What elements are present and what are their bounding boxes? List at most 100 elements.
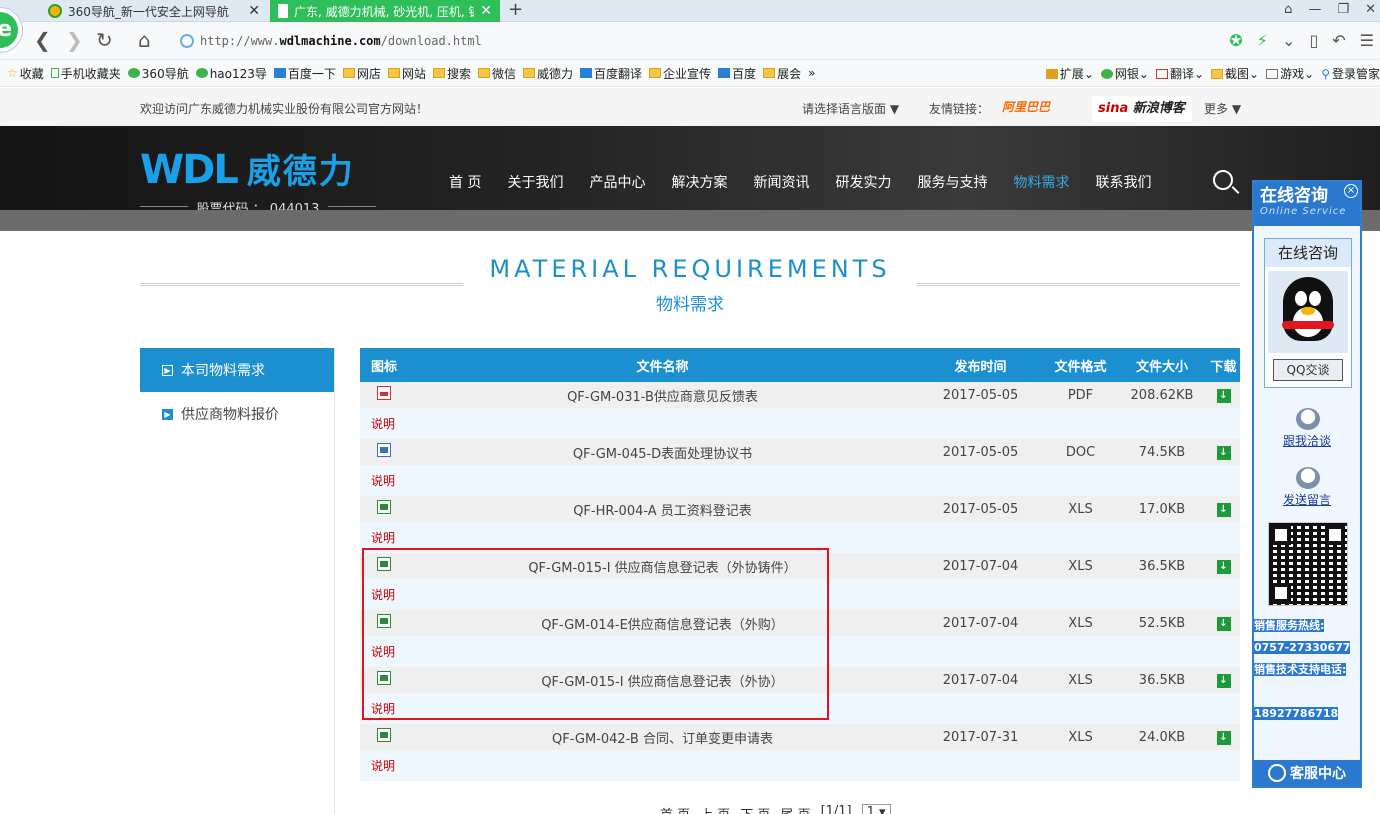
dropdown-icon[interactable]: ⌄ <box>1282 31 1295 50</box>
title-divider <box>917 283 1240 286</box>
skin-icon[interactable]: ⌂ <box>1284 0 1292 20</box>
file-size: 52.5KB <box>1117 610 1207 636</box>
site-logo[interactable]: WDL 威德力 <box>140 150 355 192</box>
language-select[interactable]: 请选择语言版面 ▼ <box>802 100 899 117</box>
nav-home[interactable]: 首 页 <box>436 172 494 192</box>
bookmarks-more[interactable]: » <box>808 66 815 80</box>
file-note[interactable]: 说明 <box>360 408 1240 439</box>
back-icon[interactable]: ❮ <box>34 30 51 50</box>
new-tab-button[interactable]: + <box>508 0 523 20</box>
close-window-icon[interactable]: ✕ <box>1365 0 1376 20</box>
login-manager-button[interactable]: ⚲ 登录管家 <box>1321 65 1380 82</box>
bookmark-item[interactable]: ☆ 收藏 <box>7 65 44 82</box>
undo-icon[interactable]: ↶ <box>1332 31 1345 50</box>
file-name[interactable]: QF-GM-045-D表面处理协议书 <box>408 439 917 465</box>
bookmark-folder[interactable]: 搜索 <box>432 65 471 82</box>
bookmark-folder[interactable]: 企业宣传 <box>649 65 711 82</box>
file-name[interactable]: QF-GM-015-I 供应商信息登记表（外协铸件） <box>408 553 917 579</box>
bookmark-item[interactable]: hao123导 <box>195 65 267 82</box>
nav-contact[interactable]: 联系我们 <box>1082 172 1164 192</box>
extensions-button[interactable]: 扩展 ⌄ <box>1045 65 1094 82</box>
pager-prev[interactable]: 上 页 <box>700 804 730 814</box>
security-icon[interactable]: ✪ <box>1229 31 1242 50</box>
file-note[interactable]: 说明 <box>360 750 1240 781</box>
browser-tab-wdl[interactable]: 广东, 威德力机械, 砂光机, 压机, 锯 ✕ <box>270 0 500 22</box>
qq-chat-button[interactable]: QQ交谈 <box>1273 359 1343 381</box>
download-icon[interactable]: ↓ <box>1216 559 1231 574</box>
file-name[interactable]: QF-GM-042-B 合同、订单变更申请表 <box>408 724 917 750</box>
file-note[interactable]: 说明 <box>360 579 1240 610</box>
table-note-row: 说明 <box>360 579 1240 610</box>
chat-with-me-link[interactable]: 跟我洽谈 <box>1254 432 1360 449</box>
menu-icon[interactable]: ☰ <box>1360 31 1374 50</box>
close-icon[interactable]: ✕ <box>248 3 260 19</box>
close-icon[interactable]: ✕ <box>480 3 492 19</box>
nav-service[interactable]: 服务与支持 <box>904 172 1000 192</box>
bookmark-item[interactable]: 手机收藏夹 <box>50 65 121 82</box>
home-icon[interactable]: ⌂ <box>138 30 151 50</box>
download-icon[interactable]: ↓ <box>1216 445 1231 460</box>
translate-button[interactable]: 翻译 ⌄ <box>1155 65 1204 82</box>
url-input[interactable]: http://www. wdlmachine.com/download.html <box>172 29 1272 53</box>
file-format: XLS <box>1044 496 1117 522</box>
bookmarks-bar: ☆ 收藏 手机收藏夹 360导航 hao123导 百度一下 网店 网站 搜索 微信… <box>0 60 1380 87</box>
url-path: /download.html <box>380 34 482 48</box>
more-links-button[interactable]: 更多 ▼ <box>1204 100 1241 117</box>
window-controls: ⌂ — ❐ ✕ <box>1284 0 1376 20</box>
bookmark-folder[interactable]: 微信 <box>477 65 516 82</box>
download-icon[interactable]: ↓ <box>1216 388 1231 403</box>
nav-material[interactable]: 物料需求 <box>1000 172 1082 192</box>
restore-icon[interactable]: ❐ <box>1337 0 1349 20</box>
bookmark-item[interactable]: 百度 <box>718 65 756 82</box>
refresh-icon[interactable]: ↻ <box>96 30 113 50</box>
file-name[interactable]: QF-HR-004-A 员工资料登记表 <box>408 496 917 522</box>
netbank-button[interactable]: 网银 ⌄ <box>1100 65 1149 82</box>
download-icon[interactable]: ↓ <box>1216 730 1231 745</box>
search-icon[interactable] <box>1213 170 1233 190</box>
sidebar-item-supplier-quote[interactable]: ▶ 供应商物料报价 <box>140 392 334 436</box>
file-note[interactable]: 说明 <box>360 465 1240 496</box>
bookmark-folder[interactable]: 网店 <box>342 65 381 82</box>
nav-solutions[interactable]: 解决方案 <box>658 172 740 192</box>
bookmark-folder[interactable]: 展会 <box>763 65 801 82</box>
globe-icon <box>180 34 194 48</box>
nav-products[interactable]: 产品中心 <box>576 172 658 192</box>
bookmark-item[interactable]: 百度一下 <box>273 65 336 82</box>
sina-blog-logo[interactable]: sina 新浪博客 <box>1092 96 1192 122</box>
file-note[interactable]: 说明 <box>360 693 1240 724</box>
browser-tab-360[interactable]: 360导航_新一代安全上网导航 ✕ <box>40 0 268 22</box>
close-icon[interactable]: × <box>1344 184 1358 198</box>
page-select[interactable]: 1 ▾ <box>861 804 891 814</box>
pager-next[interactable]: 下 页 <box>740 804 770 814</box>
bookmark-item[interactable]: 百度翻译 <box>580 65 642 82</box>
customer-service-button[interactable]: 客服中心 <box>1254 760 1360 786</box>
pager-first[interactable]: 首 页 <box>660 804 690 814</box>
file-name[interactable]: QF-GM-031-B供应商意见反馈表 <box>408 382 917 408</box>
sidebar-item-own-material[interactable]: ▶ 本司物料需求 <box>140 348 334 392</box>
file-note[interactable]: 说明 <box>360 522 1240 553</box>
pager-last[interactable]: 尾 页 <box>780 804 810 814</box>
download-icon[interactable]: ↓ <box>1216 673 1231 688</box>
file-note[interactable]: 说明 <box>360 636 1240 667</box>
bookmark-folder[interactable]: 网站 <box>387 65 426 82</box>
folder-icon <box>387 68 400 78</box>
screenshot-button[interactable]: 截图 ⌄ <box>1211 65 1259 82</box>
download-icon[interactable]: ↓ <box>1216 616 1231 631</box>
bookmark-folder[interactable]: 威德力 <box>523 65 573 82</box>
games-button[interactable]: 游戏 ⌄ <box>1266 65 1314 82</box>
minimize-icon[interactable]: — <box>1308 0 1321 20</box>
send-message-link[interactable]: 发送留言 <box>1254 491 1360 508</box>
nav-research[interactable]: 研发实力 <box>822 172 904 192</box>
alibaba-logo[interactable]: 阿里巴巴 <box>1002 96 1072 118</box>
forward-icon[interactable]: ❯ <box>66 30 83 50</box>
file-name[interactable]: QF-GM-015-I 供应商信息登记表（外协） <box>408 667 917 693</box>
lightning-icon[interactable]: ⚡ <box>1257 31 1268 50</box>
file-date: 2017-05-05 <box>917 439 1044 465</box>
file-name[interactable]: QF-GM-014-E供应商信息登记表（外购） <box>408 610 917 636</box>
download-icon[interactable]: ↓ <box>1216 502 1231 517</box>
nav-news[interactable]: 新闻资讯 <box>740 172 822 192</box>
folder-icon <box>523 68 535 78</box>
mobile-icon[interactable]: ▯ <box>1309 31 1318 50</box>
bookmark-item[interactable]: 360导航 <box>127 65 189 82</box>
nav-about[interactable]: 关于我们 <box>494 172 576 192</box>
